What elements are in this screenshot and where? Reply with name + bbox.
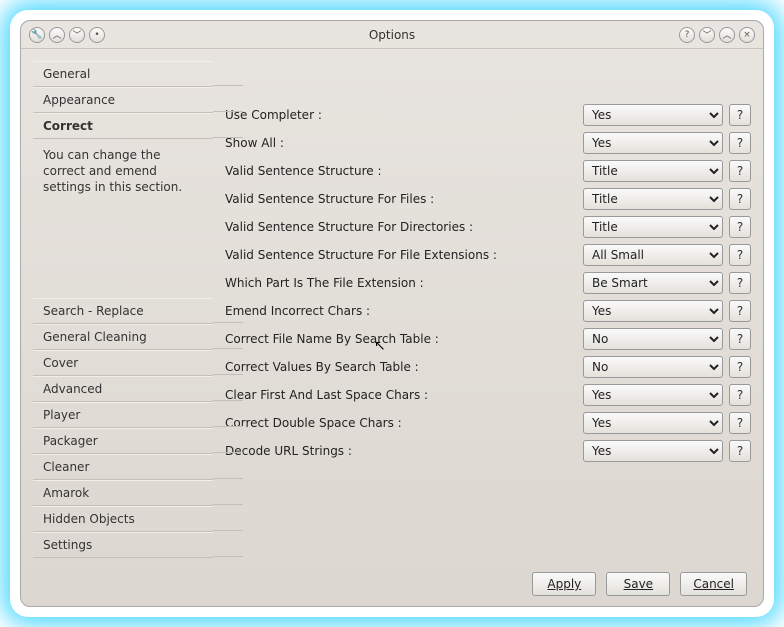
sidebar-tab-label: Player [43, 408, 80, 422]
sidebar-tab-label: Settings [43, 538, 92, 552]
help-button[interactable]: ? [729, 384, 751, 406]
sidebar-tab-label: Appearance [43, 93, 115, 107]
setting-select[interactable]: Yes [583, 440, 723, 462]
setting-label: Valid Sentence Structure For Directories… [217, 220, 577, 234]
close-icon[interactable]: × [739, 27, 755, 43]
help-button[interactable]: ? [729, 412, 751, 434]
sidebar-tab-label: Amarok [43, 486, 89, 500]
setting-label: Valid Sentence Structure : [217, 164, 577, 178]
help-button[interactable]: ? [729, 328, 751, 350]
sidebar-tab-general[interactable]: General [33, 61, 213, 87]
dot-icon[interactable]: • [89, 27, 105, 43]
help-button[interactable]: ? [729, 300, 751, 322]
help-button[interactable]: ? [729, 356, 751, 378]
help-button[interactable]: ? [729, 216, 751, 238]
window-title: Options [105, 28, 679, 42]
setting-select[interactable]: No [583, 356, 723, 378]
setting-row: Decode URL Strings : Yes? [217, 437, 751, 465]
sidebar-tab-cover[interactable]: Cover [33, 350, 213, 376]
setting-label: Use Completer : [217, 108, 577, 122]
setting-select[interactable]: Title [583, 188, 723, 210]
sidebar-tab-packager[interactable]: Packager [33, 428, 213, 454]
sidebar-tab-correct[interactable]: Correct [33, 113, 213, 139]
setting-label: Correct Double Space Chars : [217, 416, 577, 430]
titlebar: 🔧︿﹀• Options ?﹀︿× [21, 21, 763, 49]
setting-label: Which Part Is The File Extension : [217, 276, 577, 290]
setting-row: Which Part Is The File Extension : Be Sma… [217, 269, 751, 297]
setting-row: Correct File Name By Search Table : No? [217, 325, 751, 353]
sidebar: General Appearance Correct You can change … [33, 61, 213, 562]
cancel-button[interactable]: Cancel [680, 572, 747, 596]
sidebar-tab-advanced[interactable]: Advanced [33, 376, 213, 402]
setting-select[interactable]: Yes [583, 384, 723, 406]
sidebar-tab-label: Hidden Objects [43, 512, 135, 526]
sidebar-tab-label: Cleaner [43, 460, 89, 474]
sidebar-tab-search-replace[interactable]: Search - Replace [33, 298, 213, 324]
help-button[interactable]: ? [729, 440, 751, 462]
help-button[interactable]: ? [729, 272, 751, 294]
setting-label: Clear First And Last Space Chars : [217, 388, 577, 402]
setting-label: Emend Incorrect Chars : [217, 304, 577, 318]
help-button[interactable]: ? [729, 104, 751, 126]
setting-label: Show All : [217, 136, 577, 150]
setting-select[interactable]: Title [583, 160, 723, 182]
maximize-icon[interactable]: ︿ [719, 27, 735, 43]
setting-row: Emend Incorrect Chars : Yes? [217, 297, 751, 325]
sidebar-tab-label: Search - Replace [43, 304, 144, 318]
sidebar-tab-settings[interactable]: Settings [33, 532, 213, 558]
apply-button[interactable]: Apply [532, 572, 596, 596]
setting-label: Valid Sentence Structure For Files : [217, 192, 577, 206]
setting-select[interactable]: Yes [583, 300, 723, 322]
help-icon[interactable]: ? [679, 27, 695, 43]
setting-label: Valid Sentence Structure For File Extens… [217, 248, 577, 262]
sidebar-tab-label: General Cleaning [43, 330, 147, 344]
help-button[interactable]: ? [729, 244, 751, 266]
setting-row: Correct Values By Search Table : No? [217, 353, 751, 381]
help-button[interactable]: ? [729, 160, 751, 182]
up-icon[interactable]: ︿ [49, 27, 65, 43]
setting-select[interactable]: Yes [583, 104, 723, 126]
sidebar-tab-label: Packager [43, 434, 98, 448]
sidebar-tab-general-cleaning[interactable]: General Cleaning [33, 324, 213, 350]
sidebar-tab-label: General [43, 67, 90, 81]
setting-select[interactable]: No [583, 328, 723, 350]
setting-label: Correct Values By Search Table : [217, 360, 577, 374]
setting-row: Valid Sentence Structure For Files : Titl… [217, 185, 751, 213]
setting-select[interactable]: Be Smart [583, 272, 723, 294]
setting-label: Decode URL Strings : [217, 444, 577, 458]
setting-row: Valid Sentence Structure For Directories… [217, 213, 751, 241]
setting-row: Correct Double Space Chars : Yes? [217, 409, 751, 437]
dialog-footer: Apply Save Cancel [21, 562, 763, 606]
sidebar-tab-player[interactable]: Player [33, 402, 213, 428]
wrench-icon[interactable]: 🔧 [29, 27, 45, 43]
setting-label: Correct File Name By Search Table : [217, 332, 577, 346]
help-button[interactable]: ? [729, 188, 751, 210]
sidebar-tab-label: Cover [43, 356, 78, 370]
sidebar-tab-label: Correct [43, 119, 93, 133]
settings-panel: Use Completer :Yes?Show All :Yes?Valid S… [217, 61, 751, 562]
setting-select[interactable]: Title [583, 216, 723, 238]
down-icon[interactable]: ﹀ [69, 27, 85, 43]
setting-row: Use Completer : Yes? [217, 101, 751, 129]
sidebar-tab-cleaner[interactable]: Cleaner [33, 454, 213, 480]
sidebar-tab-appearance[interactable]: Appearance [33, 87, 213, 113]
setting-select[interactable]: Yes [583, 412, 723, 434]
options-window: 🔧︿﹀• Options ?﹀︿× GeneralAppearanceCorre… [20, 20, 764, 607]
setting-select[interactable]: Yes [583, 132, 723, 154]
section-description: You can change the correct and emend set… [33, 139, 213, 208]
setting-select[interactable]: All Small [583, 244, 723, 266]
setting-row: Clear First And Last Space Chars : Yes? [217, 381, 751, 409]
help-button[interactable]: ? [729, 132, 751, 154]
setting-row: Valid Sentence Structure For File Extens… [217, 241, 751, 269]
sidebar-tab-label: Advanced [43, 382, 102, 396]
setting-row: Show All : Yes? [217, 129, 751, 157]
setting-row: Valid Sentence Structure : Title? [217, 157, 751, 185]
minimize-icon[interactable]: ﹀ [699, 27, 715, 43]
sidebar-tab-hidden-objects[interactable]: Hidden Objects [33, 506, 213, 532]
sidebar-tab-amarok[interactable]: Amarok [33, 480, 213, 506]
save-button[interactable]: Save [606, 572, 670, 596]
